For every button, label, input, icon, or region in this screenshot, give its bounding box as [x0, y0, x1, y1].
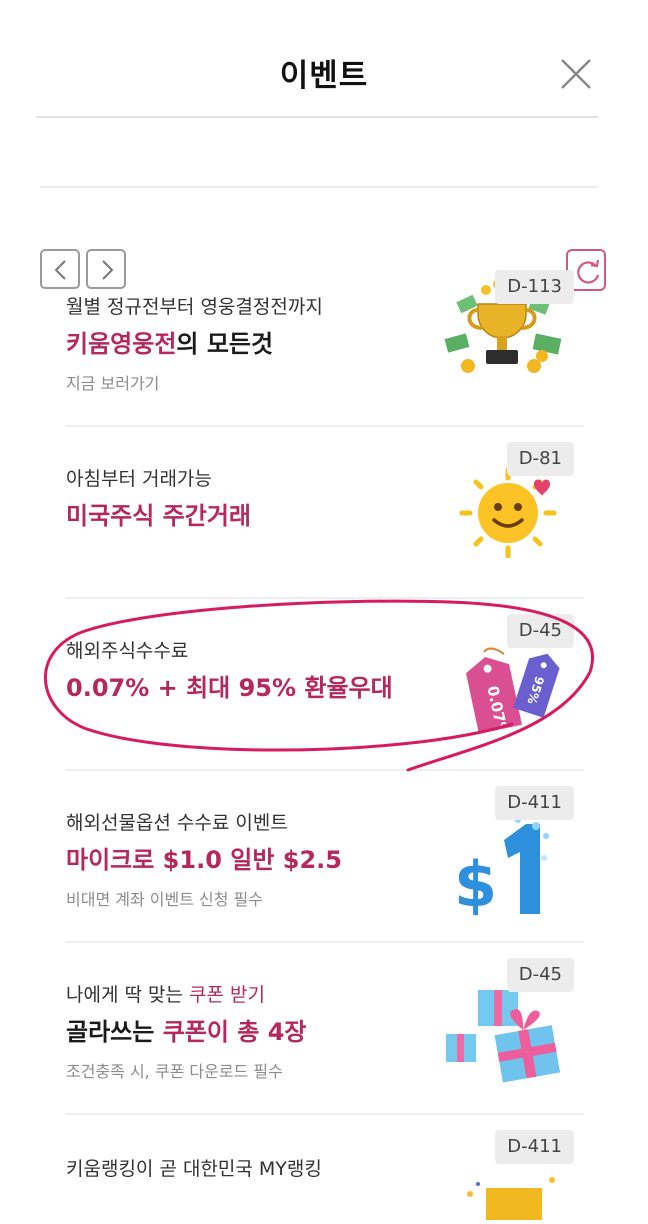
event-subtitle: 나에게 딱 맞는 쿠폰 받기 — [66, 980, 265, 1007]
event-item-futures-fee[interactable]: 해외선물옵션 수수료 이벤트 마이크로 $1.0 일반 $2.5 비대면 계좌 … — [66, 786, 584, 958]
headline-text: 골라쓰는 — [66, 1018, 163, 1046]
divider — [66, 1113, 584, 1115]
headline-text: 의 모든것 — [176, 330, 274, 358]
d-day-badge: D-45 — [506, 958, 574, 992]
divider — [66, 425, 584, 427]
event-item-us-stock-day[interactable]: 아침부터 거래가능 미국주식 주간거래 D-81 — [66, 442, 584, 614]
event-subtitle: 해외선물옵션 수수료 이벤트 — [66, 812, 288, 834]
subtitle-highlight: 쿠폰 받기 — [189, 984, 265, 1006]
event-headline: 마이크로 $1.0 일반 $2.5 — [66, 846, 342, 874]
d-day-badge: D-113 — [495, 270, 574, 304]
trophy-icon — [456, 1158, 566, 1224]
event-item-coupon[interactable]: 나에게 딱 맞는 쿠폰 받기 골라쓰는 쿠폰이 총 4장 조건충족 시, 쿠폰 … — [66, 958, 584, 1130]
headline-highlight: 쿠폰이 총 4장 — [162, 1018, 307, 1046]
smiley-sun-icon — [448, 467, 568, 562]
event-item-ranking[interactable]: 키움랭킹이 곧 대한민국 MY랭킹 D-411 — [66, 1130, 584, 1220]
d-day-badge: D-411 — [495, 786, 574, 820]
event-headline: 골라쓰는 쿠폰이 총 4장 — [66, 1012, 307, 1047]
divider — [66, 941, 584, 943]
d-day-badge: D-81 — [506, 442, 574, 476]
divider — [66, 597, 584, 599]
event-headline: 미국주식 주간거래 — [66, 502, 251, 530]
event-note: 조건충족 시, 쿠폰 다운로드 필수 — [66, 1062, 283, 1081]
d-day-badge: D-411 — [495, 1130, 574, 1164]
event-note: 지금 보러가기 — [66, 374, 160, 393]
dollar-icon: $ — [454, 810, 564, 924]
headline-highlight: 키움영웅전 — [66, 330, 177, 358]
event-subtitle: 아침부터 거래가능 — [66, 468, 212, 490]
d-day-badge: D-45 — [506, 614, 574, 648]
event-headline: 0.07% + 최대 95% 환율우대 — [66, 674, 393, 702]
event-subtitle: 해외주식수수료 — [66, 640, 189, 662]
event-item-overseas-fee[interactable]: 해외주식수수료 0.07% + 최대 95% 환율우대 0.07% 95% D-… — [66, 614, 584, 786]
svg-text:$: $ — [454, 848, 497, 920]
event-subtitle: 월별 정규전부터 영웅결정전까지 — [66, 296, 323, 318]
gift-box-icon — [442, 980, 572, 1094]
event-item-heroes[interactable]: 월별 정규전부터 영웅결정전까지 키움영웅전의 모든것 지금 보러가기 D-11… — [66, 270, 584, 442]
event-headline: 키움영웅전의 모든것 — [66, 324, 273, 359]
price-tag-icon: 0.07% 95% — [454, 644, 566, 748]
event-list: 월별 정규전부터 영웅결정전까지 키움영웅전의 모든것 지금 보러가기 D-11… — [0, 0, 648, 1220]
subtitle-text: 나에게 딱 맞는 — [66, 984, 189, 1006]
event-subtitle: 키움랭킹이 곧 대한민국 MY랭킹 — [66, 1158, 322, 1180]
divider — [66, 769, 584, 771]
event-note: 비대면 계좌 이벤트 신청 필수 — [66, 890, 263, 909]
